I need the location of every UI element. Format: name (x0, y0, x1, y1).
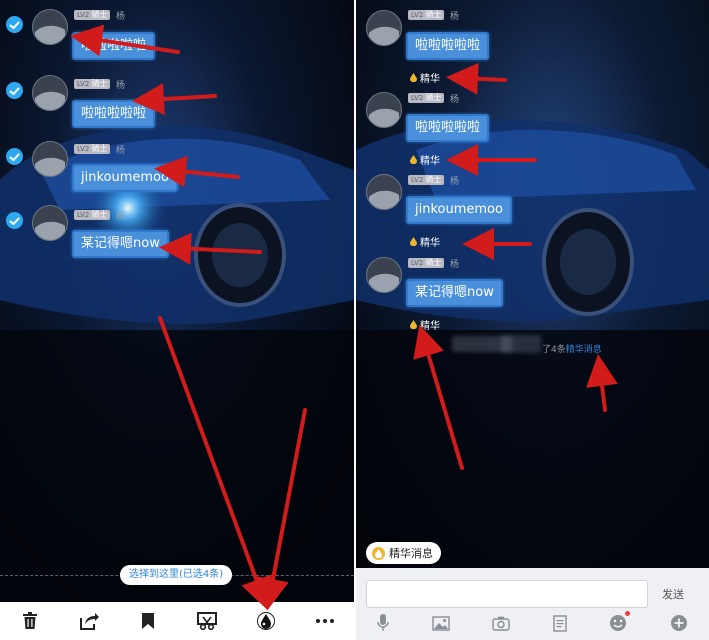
message-bubble[interactable]: jinkoumemoo (72, 164, 178, 192)
bookmark-icon[interactable] (137, 610, 159, 632)
message-bubble[interactable]: 啦啦啦啦啦 (406, 32, 490, 60)
level-badge: LV2 骑士 (408, 258, 445, 268)
avatar[interactable] (366, 92, 402, 128)
essence-drop-icon[interactable] (255, 610, 277, 632)
essence-tag: 精华 (410, 234, 440, 249)
message-bubble[interactable]: 啦啦啦啦啦 (72, 100, 156, 128)
selected-check-icon[interactable] (6, 212, 23, 229)
avatar[interactable] (366, 257, 402, 293)
notification-dot (625, 611, 631, 616)
message-bubble[interactable]: jinkoumemoo (406, 196, 512, 224)
selected-check-icon[interactable] (6, 16, 23, 33)
input-toolbar (356, 611, 709, 638)
level-badge: LV2 骑士 (408, 93, 445, 103)
scissors-icon[interactable] (196, 610, 218, 632)
nickname: 杨 (450, 12, 460, 22)
essence-tag: 精华 (410, 317, 440, 332)
emoji-icon[interactable] (609, 611, 631, 636)
nickname: 杨 (450, 260, 460, 270)
message-bubble[interactable]: 啦啦啦啦啦 (406, 114, 490, 142)
selected-check-icon[interactable] (6, 82, 23, 99)
avatar[interactable] (366, 174, 402, 210)
delete-icon[interactable] (19, 610, 41, 632)
nickname: 杨 (116, 146, 126, 156)
file-icon[interactable] (553, 614, 567, 636)
avatar[interactable] (32, 75, 68, 111)
level-badge: LV2 骑士 (408, 10, 445, 20)
level-badge: LV2 骑士 (74, 144, 111, 154)
avatar[interactable] (32, 205, 68, 241)
more-icon[interactable] (314, 610, 336, 632)
message-row[interactable]: LV2 骑士 杨 啦啦啦啦啦 精华 (356, 88, 696, 168)
right-screenshot: LV2 骑士 杨 啦啦啦啦啦 精华 LV2 骑士 杨 啦啦啦啦啦 精华 LV2 骑士 … (356, 0, 709, 640)
message-bubble[interactable]: 啦啦啦啦啦 (72, 32, 156, 60)
message-row[interactable]: LV2 骑士 杨 jinkoumemoo 精华 (356, 170, 696, 250)
blurred-text (501, 335, 541, 353)
image-icon[interactable] (432, 615, 450, 635)
system-notice: 了4条精华消息 (542, 345, 602, 355)
chat-input-bar: 发送 (356, 568, 709, 640)
avatar[interactable] (32, 9, 68, 45)
nickname: 杨 (116, 212, 126, 222)
select-to-here-button[interactable]: 选择到这里(已选4条) (120, 565, 233, 585)
essence-messages-link[interactable]: 精华消息 (566, 345, 602, 355)
avatar[interactable] (32, 141, 68, 177)
send-button[interactable]: 发送 (662, 586, 684, 602)
essence-tag: 精华 (410, 70, 440, 85)
selection-toolbar (0, 602, 354, 640)
mic-icon[interactable] (377, 614, 389, 636)
level-badge: LV2 骑士 (408, 175, 445, 185)
nickname: 杨 (116, 12, 126, 22)
essence-tag: 精华 (410, 152, 440, 167)
left-screenshot: LV2 骑士 杨 啦啦啦啦啦 LV2 骑士 杨 啦啦啦啦啦 LV2 骑士 杨 jink… (0, 0, 354, 640)
level-badge: LV2 骑士 (74, 210, 111, 220)
avatar[interactable] (366, 10, 402, 46)
level-badge: LV2 骑士 (74, 79, 111, 89)
essence-messages-button[interactable]: 精华消息 (366, 542, 441, 564)
camera-icon[interactable] (492, 616, 510, 635)
plus-icon[interactable] (670, 614, 688, 636)
message-row[interactable]: LV2 骑士 杨 某记得嗯now 精华 (356, 253, 696, 333)
nickname: 杨 (450, 95, 460, 105)
message-row[interactable]: LV2 骑士 杨 啦啦啦啦啦 精华 (356, 6, 696, 86)
message-bubble[interactable]: 某记得嗯now (72, 230, 169, 258)
nickname: 杨 (450, 177, 460, 187)
level-badge: LV2 骑士 (74, 10, 111, 20)
share-icon[interactable] (78, 610, 100, 632)
message-input[interactable] (366, 580, 648, 608)
message-bubble[interactable]: 某记得嗯now (406, 279, 503, 307)
message-row[interactable]: LV2 骑士 杨 某记得嗯now (0, 202, 340, 282)
essence-drop-icon (372, 546, 385, 560)
selected-check-icon[interactable] (6, 148, 23, 165)
nickname: 杨 (116, 81, 126, 91)
